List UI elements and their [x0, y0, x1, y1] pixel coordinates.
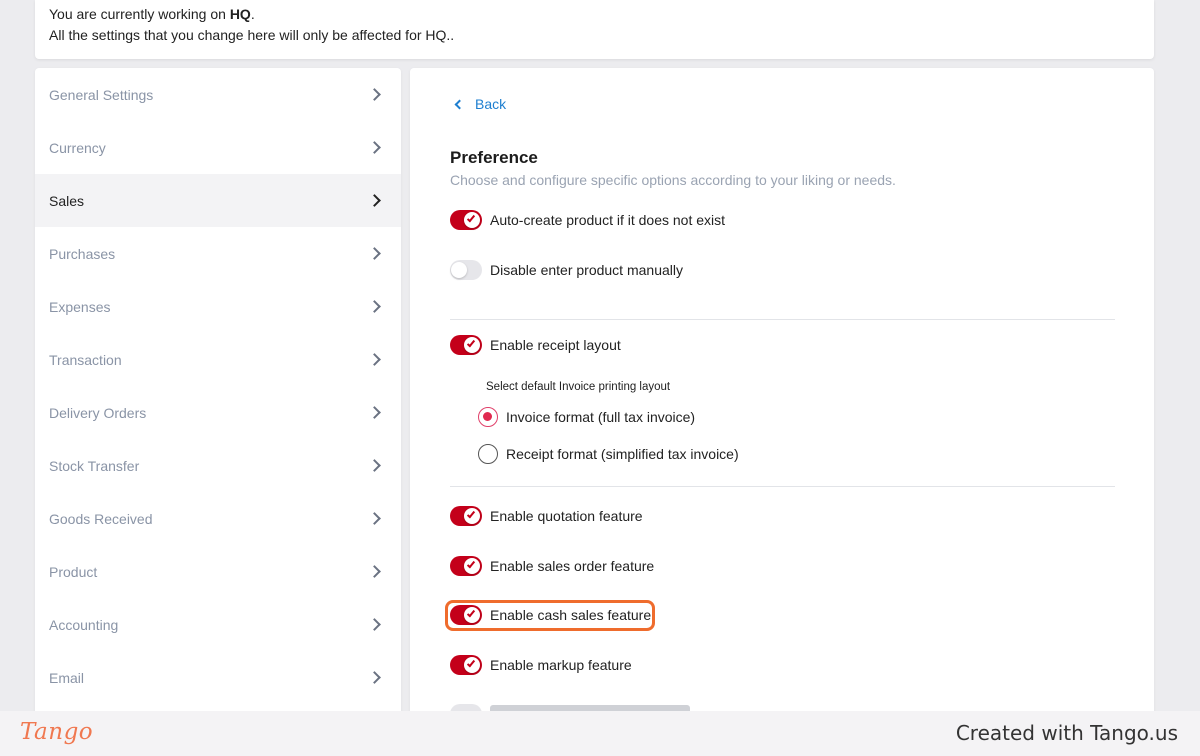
radio-invoice-format[interactable]: Invoice format (full tax invoice) [478, 407, 695, 427]
sidebar-item-label: General Settings [49, 86, 154, 103]
page-subtitle: Choose and configure specific options ac… [450, 172, 896, 188]
chevron-right-icon [368, 88, 381, 101]
toggle-knob [464, 212, 480, 228]
banner-location: HQ [229, 6, 251, 22]
sidebar-item-purchases[interactable]: Purchases [35, 227, 401, 280]
radio-button[interactable] [478, 444, 498, 464]
sidebar-item-stock-transfer[interactable]: Stock Transfer [35, 439, 401, 492]
tango-logo: Tango [20, 719, 94, 745]
option-label: Enable receipt layout [490, 337, 621, 353]
sidebar-item-expenses[interactable]: Expenses [35, 280, 401, 333]
toggle-switch[interactable] [450, 335, 482, 355]
chevron-right-icon [368, 406, 381, 419]
chevron-right-icon [368, 459, 381, 472]
section-divider [450, 486, 1115, 487]
option-disable-enter-product: Disable enter product manually [450, 260, 683, 280]
sidebar-item-label: Currency [49, 139, 106, 156]
sidebar-item-label: Sales [49, 192, 85, 209]
chevron-right-icon [368, 141, 381, 154]
option-enable-cash-sales: Enable cash sales feature [450, 605, 651, 625]
sidebar-item-label: Transaction [49, 351, 122, 368]
chevron-right-icon [368, 565, 381, 578]
section-divider [450, 319, 1115, 320]
radio-receipt-format[interactable]: Receipt format (simplified tax invoice) [478, 444, 739, 464]
toggle-knob [464, 337, 480, 353]
radio-button[interactable] [478, 407, 498, 427]
option-enable-markup: Enable markup feature [450, 655, 632, 675]
banner-line-2: All the settings that you change here wi… [49, 27, 455, 43]
check-icon [466, 608, 476, 618]
banner-prefix: You are currently working on [49, 6, 230, 22]
page-title: Preference [450, 148, 538, 167]
settings-sidebar: General Settings Currency Sales Purchase… [35, 68, 401, 718]
chevron-right-icon [368, 618, 381, 631]
banner-line-1: You are currently working on HQ. [49, 4, 1140, 25]
sidebar-item-accounting[interactable]: Accounting [35, 598, 401, 651]
sidebar-item-goods-received[interactable]: Goods Received [35, 492, 401, 545]
check-icon [466, 658, 476, 668]
sidebar-item-delivery-orders[interactable]: Delivery Orders [35, 386, 401, 439]
toggle-switch[interactable] [450, 506, 482, 526]
sidebar-item-label: Delivery Orders [49, 404, 147, 421]
preference-panel: Back Preference Choose and configure spe… [410, 68, 1154, 718]
chevron-right-icon [368, 247, 381, 260]
toggle-switch[interactable] [450, 556, 482, 576]
sidebar-item-label: Accounting [49, 616, 119, 633]
radio-label: Invoice format (full tax invoice) [506, 409, 696, 425]
banner-suffix: . [250, 6, 255, 22]
sidebar-item-general-settings[interactable]: General Settings [35, 68, 401, 121]
back-link[interactable]: Back [454, 96, 507, 112]
chevron-right-icon [368, 300, 381, 313]
option-label: Enable markup feature [490, 657, 632, 673]
option-label: Auto-create product if it does not exist [490, 212, 726, 228]
option-label: Disable enter product manually [490, 262, 683, 278]
option-enable-receipt-layout: Enable receipt layout [450, 335, 621, 355]
tango-footer: Tango Created with Tango.us [0, 711, 1200, 756]
chevron-right-icon [368, 353, 381, 366]
chevron-left-icon [454, 99, 465, 110]
check-icon [466, 509, 476, 519]
context-banner: You are currently working on HQ. All the… [35, 0, 1154, 59]
sidebar-item-label: Product [49, 563, 98, 580]
layout-select-label: Select default Invoice printing layout [486, 381, 671, 393]
check-icon [466, 338, 476, 348]
option-label: Enable quotation feature [490, 508, 643, 524]
sidebar-item-label: Purchases [49, 245, 116, 262]
toggle-knob [451, 262, 467, 278]
chevron-right-icon [368, 512, 381, 525]
toggle-knob [464, 558, 480, 574]
created-with-label: Created with Tango.us [955, 721, 1178, 745]
toggle-switch[interactable] [450, 210, 482, 230]
toggle-knob [464, 607, 480, 623]
sidebar-item-label: Goods Received [49, 510, 153, 527]
sidebar-item-sales[interactable]: Sales [35, 174, 401, 227]
chevron-right-icon [368, 194, 381, 207]
toggle-switch[interactable] [450, 260, 482, 280]
check-icon [466, 559, 476, 569]
sidebar-item-transaction[interactable]: Transaction [35, 333, 401, 386]
sidebar-item-label: Email [49, 669, 85, 686]
toggle-switch[interactable] [450, 605, 482, 625]
sidebar-item-label: Expenses [49, 298, 111, 315]
sidebar-item-currency[interactable]: Currency [35, 121, 401, 174]
toggle-knob [464, 508, 480, 524]
radio-label: Receipt format (simplified tax invoice) [506, 446, 739, 462]
sidebar-item-email[interactable]: Email [35, 651, 401, 704]
sidebar-item-label: Stock Transfer [49, 457, 140, 474]
back-label: Back [475, 96, 507, 112]
toggle-knob [464, 657, 480, 673]
option-label: Enable sales order feature [490, 558, 655, 574]
option-enable-quotation: Enable quotation feature [450, 506, 643, 526]
sidebar-item-product[interactable]: Product [35, 545, 401, 598]
option-label: Enable cash sales feature [490, 607, 652, 623]
chevron-right-icon [368, 671, 381, 684]
option-enable-sales-order: Enable sales order feature [450, 556, 654, 576]
check-icon [466, 213, 476, 223]
toggle-switch[interactable] [450, 655, 482, 675]
option-auto-create-product: Auto-create product if it does not exist [450, 210, 725, 230]
